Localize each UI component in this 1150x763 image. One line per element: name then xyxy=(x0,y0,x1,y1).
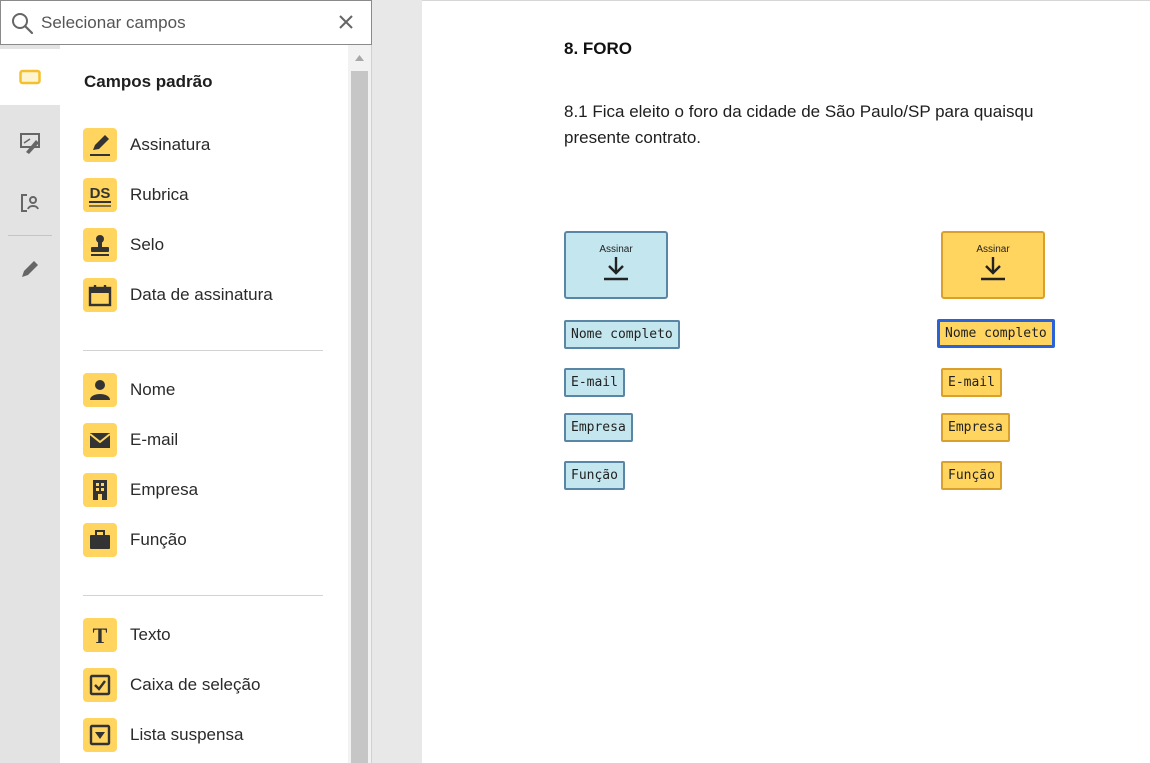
text-t-icon: T xyxy=(83,618,117,652)
tool-rail xyxy=(0,45,60,763)
svg-text:T: T xyxy=(93,623,108,648)
field-label: Texto xyxy=(130,625,171,644)
tag-title-blue[interactable]: Função xyxy=(564,461,625,490)
field-initials[interactable]: DS Rubrica xyxy=(83,178,189,212)
tag-company-yellow[interactable]: Empresa xyxy=(941,413,1010,442)
sign-here-tag-blue[interactable]: Assinar xyxy=(564,231,668,299)
dropdown-icon xyxy=(83,718,117,752)
tag-email-yellow[interactable]: E-mail xyxy=(941,368,1002,397)
tag-title-yellow[interactable]: Função xyxy=(941,461,1002,490)
field-label: Selo xyxy=(130,235,165,254)
tag-email-blue[interactable]: E-mail xyxy=(564,368,625,397)
sign-tool-icon xyxy=(20,133,40,154)
paragraph-line: presente contrato. xyxy=(564,128,702,147)
field-stamp[interactable]: Selo xyxy=(83,228,164,262)
recipient-card-icon xyxy=(21,194,39,212)
paragraph-line: 8.1 Fica eleito o foro da cidade de São … xyxy=(564,102,1034,121)
field-label: Nome xyxy=(130,380,176,399)
ds-initials-icon: DS xyxy=(83,178,117,212)
svg-text:DS: DS xyxy=(90,185,111,202)
field-label: E-mail xyxy=(130,430,179,449)
field-checkbox[interactable]: Caixa de seleção xyxy=(83,668,260,702)
rail-tools-button[interactable] xyxy=(0,115,60,171)
stamp-icon xyxy=(83,228,117,262)
field-signature[interactable]: Assinatura xyxy=(83,128,210,162)
field-label: Lista suspensa xyxy=(130,725,244,744)
download-arrow-icon xyxy=(604,257,628,281)
pencil-icon xyxy=(22,261,38,277)
canvas-gutter xyxy=(372,0,422,763)
field-name[interactable]: Nome xyxy=(83,373,175,407)
field-title[interactable]: Função xyxy=(83,523,187,557)
field-search-bar xyxy=(0,0,372,45)
scrollbar-thumb[interactable] xyxy=(351,71,368,763)
rail-recipient-button[interactable] xyxy=(0,175,60,231)
briefcase-icon xyxy=(83,523,117,557)
search-icon xyxy=(12,12,34,34)
rail-divider xyxy=(8,235,52,236)
rail-standard-fields-button[interactable] xyxy=(0,49,60,105)
section-divider xyxy=(83,595,323,596)
tag-full-name-yellow[interactable]: Nome completo xyxy=(937,319,1055,348)
sign-here-tag-yellow[interactable]: Assinar xyxy=(941,231,1045,299)
section-paragraph: 8.1 Fica eleito o foro da cidade de São … xyxy=(564,99,1033,151)
search-input[interactable] xyxy=(41,12,321,33)
field-label: Caixa de seleção xyxy=(130,675,261,694)
pen-icon xyxy=(83,128,117,162)
fields-panel: Campos padrão Assinatura DS Rubrica Selo… xyxy=(60,45,348,763)
field-box-icon xyxy=(19,69,41,85)
download-arrow-icon xyxy=(981,257,1005,281)
field-label: Rubrica xyxy=(130,185,189,204)
panel-scrollbar[interactable] xyxy=(348,45,371,763)
field-email[interactable]: E-mail xyxy=(83,423,178,457)
scroll-up-icon[interactable] xyxy=(351,51,368,65)
section-heading: 8. FORO xyxy=(564,39,633,58)
field-label: Assinatura xyxy=(130,135,211,154)
field-label: Empresa xyxy=(130,480,199,499)
checkbox-icon xyxy=(83,668,117,702)
tag-full-name-blue[interactable]: Nome completo xyxy=(564,320,680,349)
sign-tag-label: Assinar xyxy=(976,244,1010,255)
field-label: Função xyxy=(130,530,187,549)
field-text[interactable]: T Texto xyxy=(83,618,171,652)
person-icon xyxy=(83,373,117,407)
document-page: 8. FORO 8.1 Fica eleito o foro da cidade… xyxy=(422,0,1150,763)
envelope-icon xyxy=(83,423,117,457)
field-label: Data de assinatura xyxy=(130,285,273,304)
section-divider xyxy=(83,350,323,351)
calendar-icon xyxy=(83,278,117,312)
field-company[interactable]: Empresa xyxy=(83,473,198,507)
building-icon xyxy=(83,473,117,507)
field-date-signed[interactable]: Data de assinatura xyxy=(83,278,273,312)
clear-search-icon[interactable] xyxy=(335,11,357,33)
panel-heading: Campos padrão xyxy=(84,72,213,91)
tag-company-blue[interactable]: Empresa xyxy=(564,413,633,442)
field-dropdown[interactable]: Lista suspensa xyxy=(83,718,243,752)
sign-tag-label: Assinar xyxy=(599,244,633,255)
rail-edit-button[interactable] xyxy=(0,241,60,297)
